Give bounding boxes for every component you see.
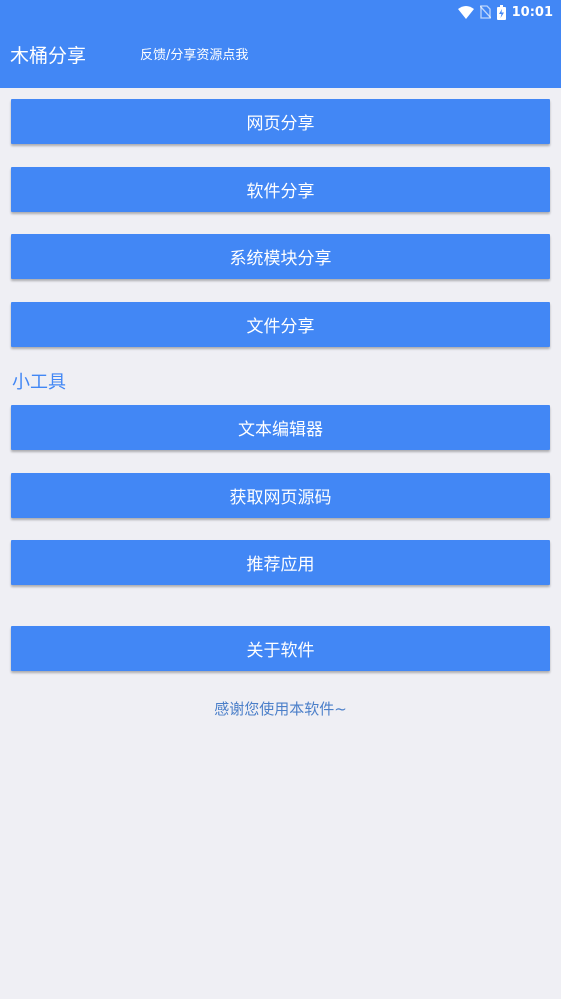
app-title: 木桶分享 — [10, 45, 87, 67]
get-page-source-button[interactable]: 获取网页源码 — [11, 473, 550, 518]
text-editor-button[interactable]: 文本编辑器 — [11, 405, 550, 450]
feedback-link[interactable]: 反馈/分享资源点我 — [140, 47, 248, 65]
thanks-text: 感谢您使用本软件~ — [214, 700, 347, 718]
web-share-button[interactable]: 网页分享 — [11, 99, 550, 144]
recommended-apps-button[interactable]: 推荐应用 — [11, 540, 550, 585]
app-bar: 10:01 木桶分享 反馈/分享资源点我 — [0, 0, 561, 88]
no-sim-icon — [479, 5, 491, 19]
battery-charging-icon — [496, 4, 506, 20]
status-bar: 10:01 — [457, 3, 553, 21]
wifi-icon — [457, 5, 474, 19]
about-software-button[interactable]: 关于软件 — [11, 626, 550, 671]
tools-section-title: 小工具 — [12, 372, 66, 393]
software-share-button[interactable]: 软件分享 — [11, 167, 550, 212]
system-module-share-button[interactable]: 系统模块分享 — [11, 234, 550, 279]
status-time: 10:01 — [511, 4, 553, 20]
file-share-button[interactable]: 文件分享 — [11, 302, 550, 347]
